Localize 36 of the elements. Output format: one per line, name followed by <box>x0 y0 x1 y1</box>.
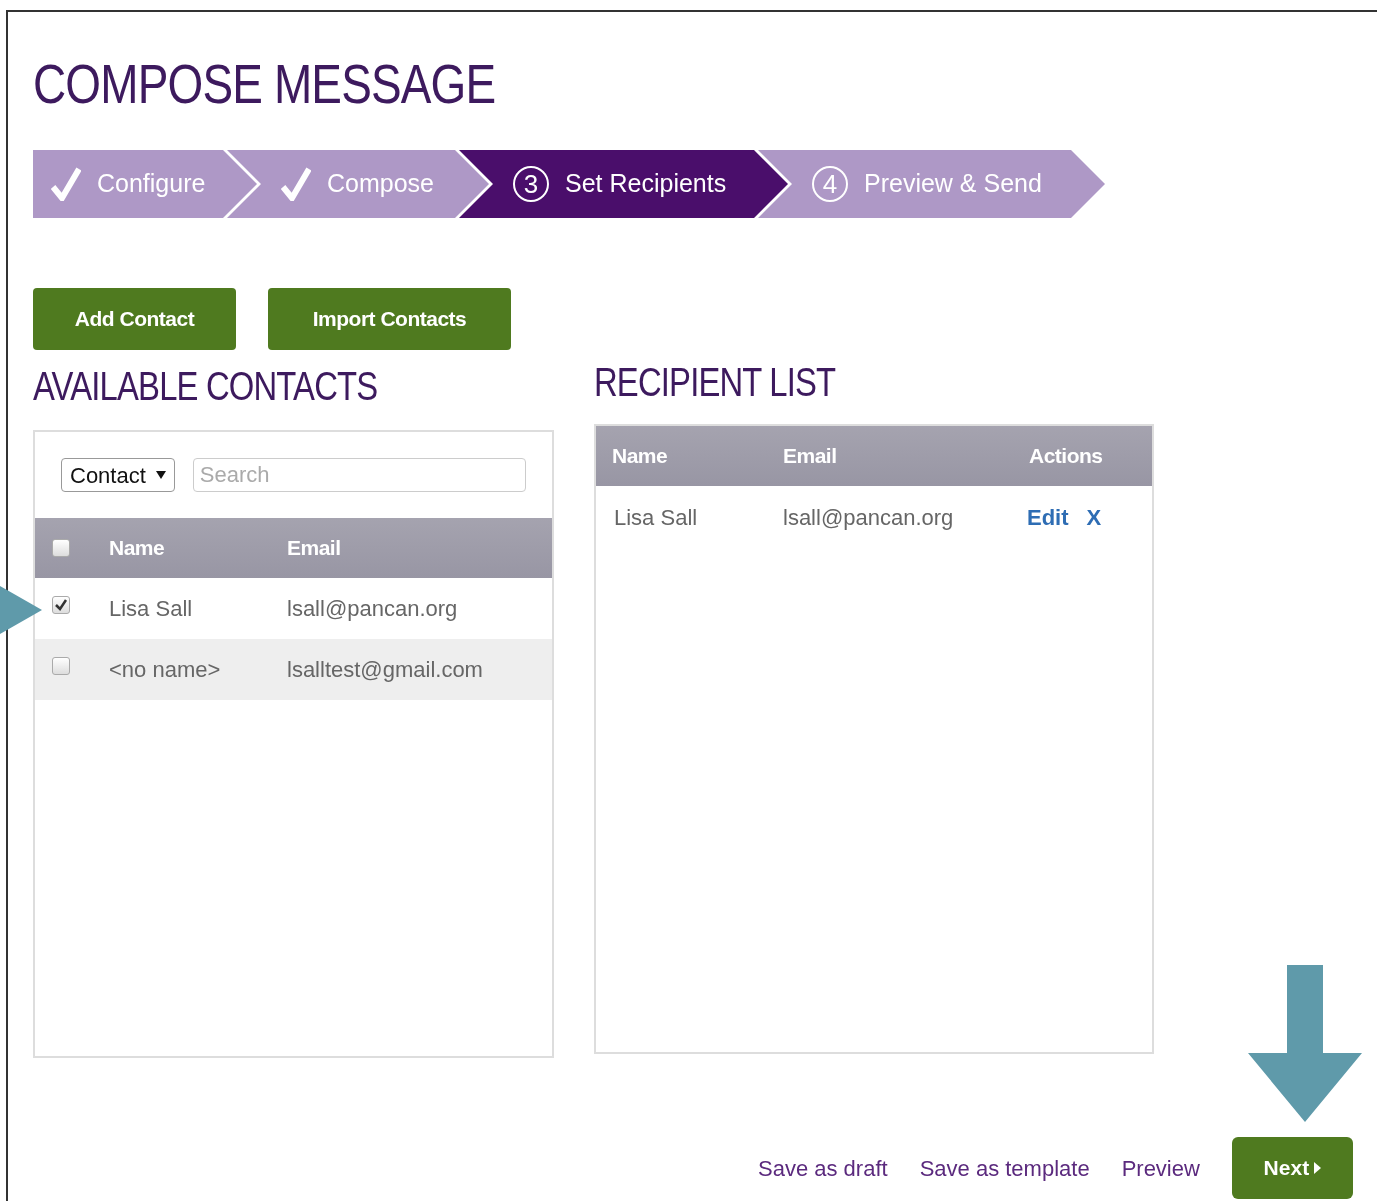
column-header: Name <box>612 443 669 470</box>
column-header: Actions <box>1029 443 1103 470</box>
edit-link[interactable]: Edit <box>1027 500 1069 534</box>
table-cell-text: lsalltest@gmail.com <box>287 656 483 684</box>
step-number: 4 <box>812 166 848 202</box>
column-header: Email <box>287 535 341 562</box>
checkmark-icon <box>281 167 311 201</box>
column-header: Email <box>783 443 838 470</box>
caret-icon <box>1314 1162 1322 1174</box>
pointer-arrow <box>0 586 42 634</box>
footer-link[interactable]: Save as template <box>919 1151 1090 1185</box>
table-cell-text: Lisa Sall <box>614 503 699 532</box>
next-button[interactable]: Next <box>1231 1137 1353 1199</box>
select-all-checkbox[interactable] <box>52 539 70 557</box>
section-heading: AVAILABLE CONTACTS <box>33 366 379 410</box>
footer-link[interactable]: Preview <box>1121 1151 1200 1185</box>
wizard-step[interactable]: 3 Set Recipients <box>459 150 754 218</box>
checkmark-icon <box>51 167 81 201</box>
column-header: Name <box>109 535 166 562</box>
section-heading: RECIPIENT LIST <box>594 362 837 406</box>
page-title: COMPOSE MESSAGE <box>33 56 497 112</box>
dropdown-caret-icon <box>155 471 166 479</box>
table-cell-text: <no name> <box>109 656 222 684</box>
table-cell-text: lsall@pancan.org <box>783 503 955 532</box>
step-number: 3 <box>513 166 549 202</box>
footer-link[interactable]: Save as draft <box>758 1151 888 1185</box>
search-field[interactable]: Search <box>192 458 526 492</box>
action-button[interactable]: Add Contact <box>33 288 236 350</box>
remove-link[interactable]: X <box>1086 500 1102 534</box>
row-checkbox[interactable] <box>52 595 70 614</box>
contact-row[interactable]: <no name> lsalltest@gmail.com <box>35 639 552 700</box>
filter-dropdown[interactable]: Contact <box>61 458 175 492</box>
table-cell-text: lsall@pancan.org <box>287 595 458 623</box>
table-cell-text: Lisa Sall <box>109 595 194 623</box>
row-checkbox[interactable] <box>52 656 70 675</box>
action-button[interactable]: Import Contacts <box>268 288 511 350</box>
